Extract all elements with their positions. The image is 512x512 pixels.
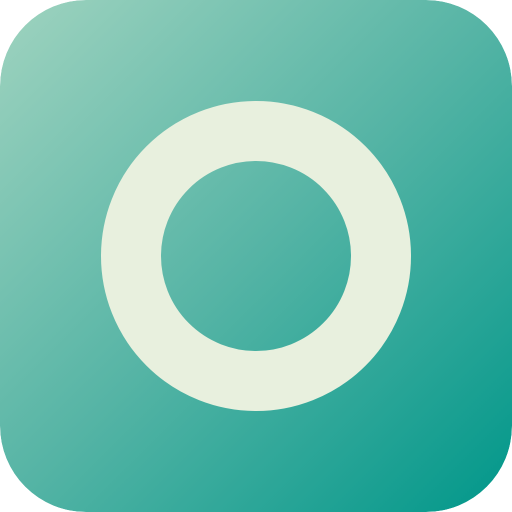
tile-background: [0, 0, 512, 512]
ring-icon: [0, 0, 512, 512]
app-icon-tile[interactable]: [0, 0, 512, 512]
app-icon-canvas: [0, 0, 512, 512]
